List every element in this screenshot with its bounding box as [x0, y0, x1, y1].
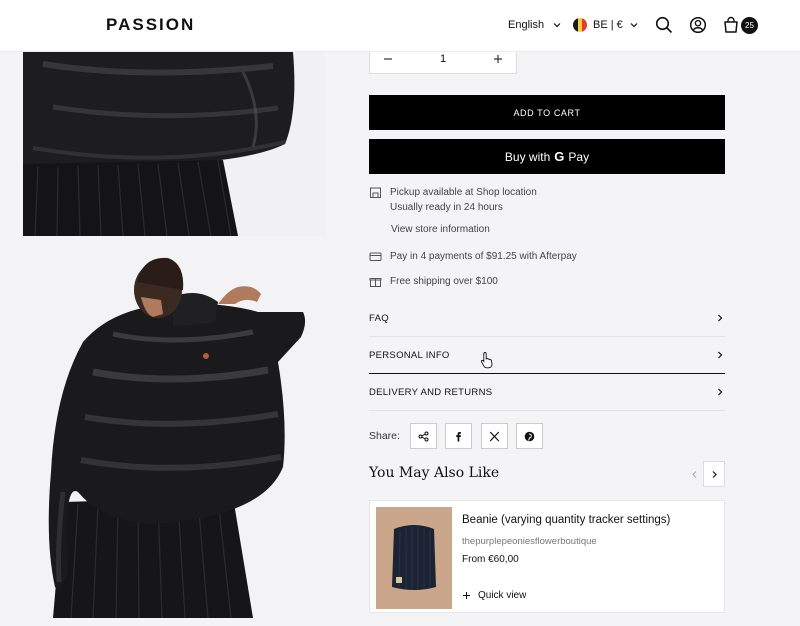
site-header: PASSION English BE | € 25	[0, 0, 800, 52]
carousel-next-button[interactable]	[703, 461, 725, 487]
product-title[interactable]: Beanie (varying quantity tracker setting…	[462, 514, 670, 526]
chevron-down-icon	[630, 23, 638, 28]
share-button[interactable]	[410, 423, 437, 449]
accordion-label: FAQ	[369, 312, 389, 324]
product-image-detail[interactable]	[23, 52, 325, 236]
language-label: English	[508, 19, 545, 31]
plus-icon	[463, 592, 470, 599]
plus-icon[interactable]	[492, 53, 504, 65]
related-product-card[interactable]: Beanie (varying quantity tracker setting…	[369, 500, 725, 613]
product-vendor: thepurplepeoniesflowerboutique	[462, 536, 597, 547]
chevron-right-icon	[718, 388, 723, 396]
belgium-flag-icon	[573, 18, 587, 32]
facebook-share-button[interactable]	[445, 423, 472, 449]
carousel-prev-button[interactable]	[683, 461, 705, 487]
model-jacket-image	[23, 242, 325, 618]
chevron-right-icon	[718, 351, 723, 359]
accordion-personal-info[interactable]: PERSONAL INFO	[369, 337, 725, 374]
jacket-detail-image	[23, 52, 325, 236]
gift-icon	[369, 278, 382, 287]
language-selector[interactable]: English	[508, 19, 562, 31]
region-selector[interactable]: BE | €	[573, 18, 639, 32]
product-price: From €60,00	[462, 554, 519, 565]
chevron-left-icon	[691, 470, 696, 478]
payment-card-icon	[369, 252, 382, 261]
pinterest-icon	[524, 431, 535, 441]
quantity-value[interactable]: 1	[440, 53, 446, 65]
beanie-image	[376, 507, 452, 609]
cart-icon[interactable]	[722, 16, 740, 34]
pickup-info: Pickup available at Shop location Usuall…	[369, 185, 537, 215]
accordion-label: DELIVERY AND RETURNS	[369, 386, 493, 398]
store-icon	[370, 187, 381, 198]
chevron-down-icon	[553, 23, 561, 28]
minus-icon[interactable]	[382, 53, 394, 65]
add-to-cart-button[interactable]: ADD TO CART	[369, 95, 725, 130]
buy-with-gpay-button[interactable]: Buy with G Pay	[369, 139, 725, 174]
hand-cursor-icon	[480, 352, 493, 369]
add-to-cart-label: ADD TO CART	[513, 107, 581, 118]
share-label: Share:	[369, 430, 400, 442]
google-g-icon: G	[554, 149, 565, 164]
related-products-heading: You May Also Like	[369, 465, 500, 481]
accordion-delivery-returns[interactable]: DELIVERY AND RETURNS	[369, 374, 725, 411]
product-thumbnail[interactable]	[376, 507, 452, 609]
accordion-label: PERSONAL INFO	[369, 349, 450, 361]
facebook-icon	[456, 431, 461, 441]
cart-count-badge: 25	[741, 17, 758, 34]
pay-label: Pay	[568, 149, 590, 164]
quick-view-button[interactable]: Quick view	[462, 590, 526, 601]
x-share-button[interactable]	[481, 423, 508, 449]
quick-view-label: Quick view	[478, 590, 527, 601]
search-icon[interactable]	[655, 16, 673, 34]
product-image-back-view[interactable]	[23, 242, 325, 618]
view-store-information-link[interactable]: View store information	[391, 224, 490, 235]
shipping-text: Free shipping over $100	[390, 276, 498, 287]
afterpay-info: Pay in 4 payments of $91.25 with Afterpa…	[369, 249, 577, 264]
store-logo[interactable]: PASSION	[106, 15, 195, 35]
chevron-right-icon	[718, 314, 723, 322]
x-icon	[489, 431, 500, 441]
afterpay-text: Pay in 4 payments of $91.25 with Afterpa…	[390, 251, 577, 262]
buy-with-label: Buy with	[504, 149, 551, 164]
chevron-right-icon	[712, 470, 717, 478]
share-icon	[418, 431, 429, 441]
pinterest-share-button[interactable]	[516, 423, 543, 449]
region-label: BE | €	[593, 19, 623, 31]
pickup-line1: Pickup available at Shop location	[390, 187, 537, 198]
accordion-faq[interactable]: FAQ	[369, 300, 725, 337]
shipping-info: Free shipping over $100	[369, 274, 498, 289]
account-icon[interactable]	[689, 16, 707, 34]
pickup-line2: Usually ready in 24 hours	[390, 202, 503, 213]
